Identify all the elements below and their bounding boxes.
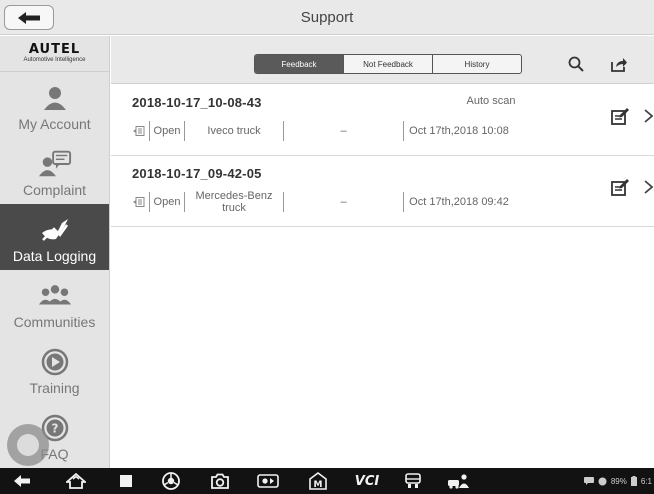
records-list: 2018-10-17_10-08-43 Auto scan Open Iveco… <box>111 85 654 227</box>
battery-percent: 89% <box>610 476 627 486</box>
list-item[interactable]: 2018-10-17_09-42-05 Open Mercedes-Benz t… <box>111 156 654 227</box>
complaint-icon <box>38 148 72 180</box>
brand-tagline: Automotive Intelligence <box>23 57 86 63</box>
list-item[interactable]: 2018-10-17_10-08-43 Auto scan Open Iveco… <box>111 85 654 156</box>
title-bar: Support <box>0 0 654 35</box>
system-back-icon[interactable] <box>10 471 34 491</box>
record-dash: – <box>340 196 347 208</box>
tab-not-feedback[interactable]: Not Feedback <box>344 55 433 73</box>
account-icon <box>38 82 72 114</box>
sidebar-item-label: Training <box>29 380 80 396</box>
status-area: 89% 6:1 <box>583 471 654 491</box>
system-home-icon[interactable] <box>64 471 88 491</box>
play-circle-icon <box>38 346 72 378</box>
camera-icon[interactable] <box>208 471 232 491</box>
battery-icon <box>630 476 637 486</box>
record-meta: Open Iveco truck – Oct 17th,2018 10:08 <box>133 119 514 143</box>
edit-icon[interactable] <box>610 178 630 198</box>
record-vehicle: Mercedes-Benz truck <box>195 190 273 214</box>
record-status: Open <box>153 196 181 208</box>
back-arrow-icon <box>18 11 40 24</box>
chevron-right-icon[interactable] <box>642 105 654 127</box>
record-meta: Open Mercedes-Benz truck – Oct 17th,2018… <box>133 190 514 214</box>
record-status: Open <box>153 125 181 137</box>
dealer-icon[interactable] <box>402 471 424 491</box>
vci-label: VCI <box>354 473 380 489</box>
sidebar: AUTEL Automotive Intelligence My Account… <box>0 36 110 468</box>
brand-logo: AUTEL Automotive Intelligence <box>0 36 109 72</box>
browser-icon[interactable] <box>160 471 182 491</box>
record-date: Oct 17th,2018 10:08 <box>409 125 509 137</box>
sidebar-item-my-account[interactable]: My Account <box>0 72 109 138</box>
remote-support-icon[interactable] <box>446 471 472 491</box>
sidebar-item-label: Complaint <box>22 182 87 198</box>
sidebar-item-label: Data Logging <box>12 248 97 264</box>
page-title: Support <box>300 9 354 26</box>
chevron-right-icon[interactable] <box>642 176 654 198</box>
sidebar-item-data-logging[interactable]: Data Logging <box>0 204 109 270</box>
communities-icon <box>38 280 72 312</box>
share-icon[interactable] <box>608 53 630 75</box>
record-name: 2018-10-17_09-42-05 <box>132 166 262 181</box>
floating-assist-inner <box>17 434 39 456</box>
sidebar-item-label: My Account <box>18 116 91 132</box>
vci-status-icon[interactable]: VCI <box>350 471 384 491</box>
floating-assist-button[interactable] <box>7 424 49 466</box>
sidebar-item-label: Communities <box>13 314 96 330</box>
log-file-icon <box>133 197 145 207</box>
filter-tabs: Feedback Not Feedback History <box>254 54 522 74</box>
search-icon[interactable] <box>565 53 587 75</box>
chat-icon <box>583 477 594 485</box>
record-name: 2018-10-17_10-08-43 <box>132 95 262 110</box>
maxifix-icon[interactable]: M <box>307 471 329 491</box>
data-logging-icon <box>38 214 72 246</box>
record-dash: – <box>340 125 347 137</box>
toolbar: Feedback Not Feedback History <box>111 36 654 84</box>
sidebar-item-complaint[interactable]: Complaint <box>0 138 109 204</box>
sidebar-item-training[interactable]: Training <box>0 336 109 402</box>
edit-icon[interactable] <box>610 107 630 127</box>
svg-text:?: ? <box>51 422 58 436</box>
recent-apps-icon[interactable] <box>116 471 136 491</box>
brand-name: AUTEL <box>28 42 81 57</box>
system-navigation-bar: M VCI 89% 6:1 <box>0 468 654 494</box>
status-clock: 6:1 <box>640 476 652 486</box>
back-button[interactable] <box>4 5 54 30</box>
record-date: Oct 17th,2018 09:42 <box>409 196 509 208</box>
tab-feedback[interactable]: Feedback <box>255 55 344 73</box>
tab-history[interactable]: History <box>433 55 521 73</box>
record-vehicle: Iveco truck <box>207 125 261 137</box>
sidebar-item-communities[interactable]: Communities <box>0 270 109 336</box>
svg-text:M: M <box>314 480 323 490</box>
screen-record-icon[interactable] <box>256 471 280 491</box>
log-file-icon <box>133 126 145 136</box>
sync-icon <box>598 477 607 485</box>
record-note: Auto scan <box>466 95 516 107</box>
